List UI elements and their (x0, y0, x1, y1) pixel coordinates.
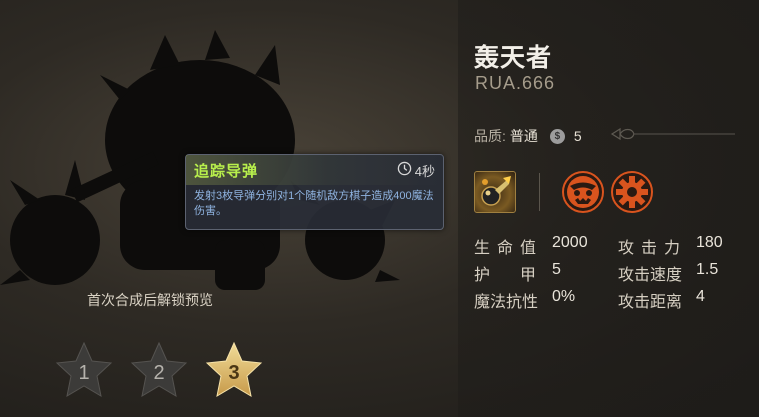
icon-row (474, 171, 660, 213)
star-level-1[interactable]: 1 (54, 340, 114, 400)
hero-id: RUA.666 (475, 73, 556, 93)
stat-attack-speed-value: 1.5 (696, 261, 719, 278)
quality-value: 普通 (509, 128, 538, 144)
skill-tooltip: 追踪导弹 4秒 发射3枚导弹分别对1个随机敌方棋子造成400魔法伤害。 (185, 154, 444, 230)
demon-face-trait-icon[interactable] (562, 171, 604, 213)
stat-attack-value: 180 (696, 234, 723, 251)
clock-icon (397, 161, 412, 179)
stat-armor-value: 5 (552, 261, 561, 278)
stat-attack-label: 攻击力 (618, 240, 688, 257)
star-icon: 1 (55, 341, 113, 397)
cost-value: 5 (573, 128, 582, 144)
unlock-hint: 首次合成后解锁预览 (87, 292, 213, 308)
stat-magic-resist-label: 魔法抗性 (474, 294, 539, 311)
icon-divider (539, 173, 540, 211)
stat-attack: 攻击力 180 (618, 234, 723, 258)
gear-trait-icon[interactable] (611, 171, 653, 213)
decorative-line (610, 126, 735, 142)
coin-icon: $ (549, 128, 565, 144)
stat-hp-label: 生命值 (474, 240, 544, 257)
skill-name: 追踪导弹 (194, 162, 259, 180)
star-level-selector: 1 2 3 (54, 340, 264, 400)
stat-attack-speed-label: 攻击速度 (618, 267, 683, 284)
star-icon: 3 (205, 341, 263, 397)
quality-row: 品质: 普通 $ 5 (474, 126, 582, 146)
star-level-2[interactable]: 2 (129, 340, 189, 400)
skill-tooltip-header: 追踪导弹 4秒 (186, 155, 443, 185)
quality-label: 品质: (474, 128, 506, 144)
stat-attack-range-value: 4 (696, 288, 705, 305)
skill-cooldown: 4秒 (397, 161, 435, 180)
missile-icon[interactable] (474, 171, 516, 213)
stat-hp: 生命值 2000 (474, 234, 588, 258)
stat-hp-value: 2000 (552, 234, 588, 251)
stat-magic-resist-value: 0% (552, 288, 576, 305)
star-level-3[interactable]: 3 (204, 340, 264, 400)
skill-description: 发射3枚导弹分别对1个随机敌方棋子造成400魔法伤害。 (194, 190, 434, 217)
star-level-3-label: 3 (228, 362, 239, 384)
stat-armor: 护甲 5 (474, 261, 566, 285)
hero-name: 轰天者 (474, 44, 553, 72)
star-icon: 2 (130, 341, 188, 397)
stat-attack-range: 攻击距离 4 (618, 288, 705, 312)
star-level-1-label: 1 (78, 362, 89, 384)
stat-attack-range-label: 攻击距离 (618, 294, 683, 311)
stat-magic-resist: 魔法抗性 0% (474, 288, 575, 312)
cooldown-value: 4秒 (414, 163, 435, 179)
star-level-2-label: 2 (153, 362, 164, 384)
stat-attack-speed: 攻击速度 1.5 (618, 261, 718, 285)
